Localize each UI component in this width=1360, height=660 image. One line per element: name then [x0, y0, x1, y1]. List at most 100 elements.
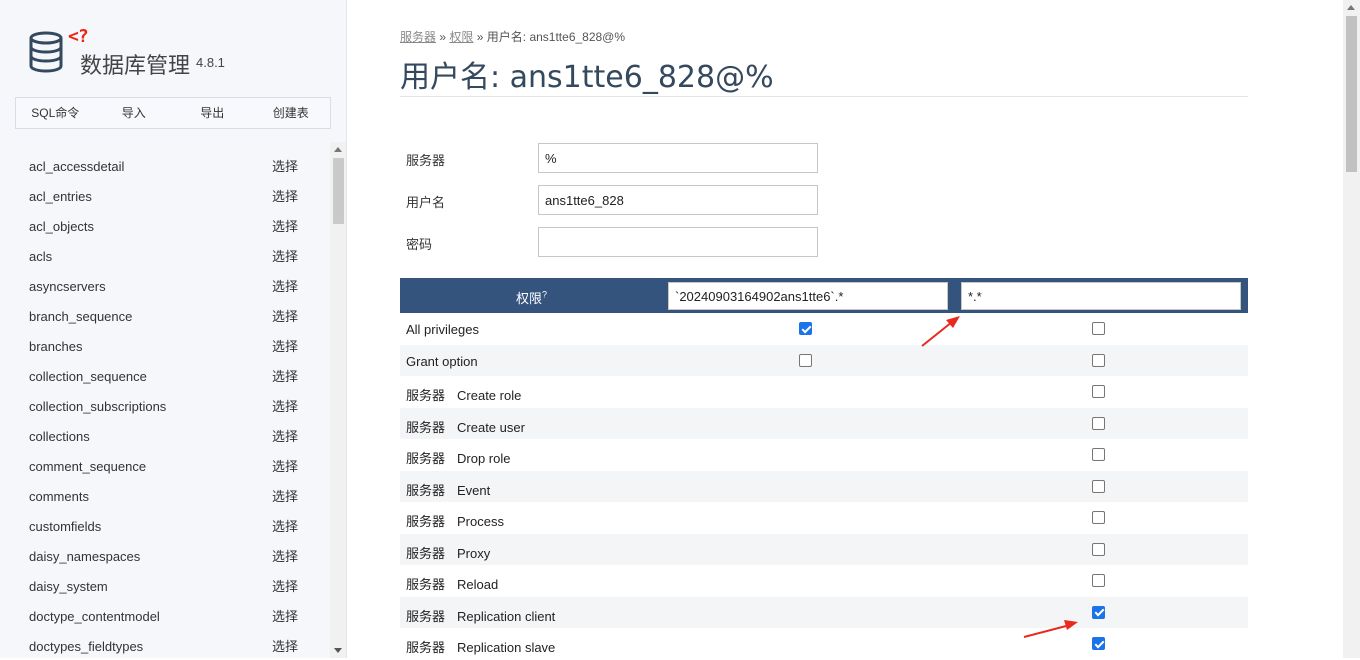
scroll-down-icon[interactable] [334, 648, 342, 653]
database-privilege-checkbox[interactable] [799, 353, 812, 367]
privilege-name: All privileges [406, 322, 479, 337]
global-privilege-checkbox[interactable] [1092, 322, 1105, 335]
global-privilege-checkbox[interactable] [1092, 574, 1105, 587]
scrollbar-thumb[interactable] [333, 158, 344, 224]
privilege-label: 服务器 Event [406, 480, 490, 499]
select-table-link[interactable]: 选择 [272, 452, 298, 482]
breadcrumb-separator: » [439, 30, 447, 44]
title-divider [400, 96, 1248, 97]
server-input[interactable] [538, 143, 818, 173]
privilege-row: 服务器 Reload [400, 565, 1248, 597]
table-name-link[interactable]: comments [29, 482, 89, 512]
privilege-label: 服务器 Create user [406, 417, 525, 436]
select-table-link[interactable]: 选择 [272, 602, 298, 632]
table-name-link[interactable]: customfields [29, 512, 101, 542]
select-table-link[interactable]: 选择 [272, 332, 298, 362]
table-list-item: acls 选择 [0, 242, 330, 272]
database-scope-input[interactable] [668, 282, 948, 310]
sidebar-scrollbar[interactable] [330, 142, 346, 658]
scroll-up-icon[interactable] [1347, 5, 1355, 10]
select-table-link[interactable]: 选择 [272, 182, 298, 212]
privilege-name: Proxy [457, 545, 491, 561]
global-privilege-checkbox[interactable] [1092, 385, 1105, 398]
select-table-link[interactable]: 选择 [272, 632, 298, 658]
table-list-item: collection_subscriptions 选择 [0, 392, 330, 422]
page-scrollbar[interactable] [1343, 0, 1360, 658]
privilege-label: 服务器 Replication client [406, 606, 555, 625]
global-scope-input[interactable] [961, 282, 1241, 310]
sidebar-menu: SQL命令 导入 导出 创建表 [15, 97, 331, 129]
privilege-name: Event [457, 482, 491, 498]
scroll-up-icon[interactable] [334, 147, 342, 152]
table-name-link[interactable]: acl_objects [29, 212, 94, 242]
table-name-link[interactable]: acls [29, 242, 52, 272]
global-privilege-checkbox[interactable] [1092, 416, 1105, 430]
annotation-arrow-icon [1023, 620, 1078, 638]
privilege-row: Grant option [400, 344, 1248, 376]
privilege-label: 服务器 Create role [406, 385, 521, 404]
privilege-category: 服务器 [406, 419, 446, 435]
privilege-row: 服务器 Process [400, 502, 1248, 534]
privilege-row: 服务器 Replication slave [400, 628, 1248, 660]
create-table-link[interactable]: 创建表 [252, 98, 331, 128]
global-privilege-checkbox[interactable] [1092, 511, 1105, 524]
select-table-link[interactable]: 选择 [272, 482, 298, 512]
privilege-category: 服务器 [406, 388, 446, 403]
table-name-link[interactable]: doctype_contentmodel [29, 602, 160, 632]
global-privilege-checkbox[interactable] [1092, 448, 1105, 461]
privileges-header-label: 权限? [516, 289, 548, 306]
breadcrumb-server-link[interactable]: 服务器 [400, 30, 436, 44]
table-list-item: doctype_contentmodel 选择 [0, 602, 330, 632]
table-list-item: acl_entries 选择 [0, 182, 330, 212]
export-link[interactable]: 导出 [173, 98, 252, 128]
select-table-link[interactable]: 选择 [272, 302, 298, 332]
table-name-link[interactable]: asyncservers [29, 272, 106, 302]
table-name-link[interactable]: acl_entries [29, 182, 92, 212]
table-name-link[interactable]: daisy_system [29, 572, 108, 602]
table-list-item: branches 选择 [0, 332, 330, 362]
privilege-label: 服务器 Process [406, 511, 504, 530]
table-name-link[interactable]: collections [29, 422, 90, 452]
help-icon[interactable]: ? [542, 290, 547, 300]
global-privilege-checkbox[interactable] [1092, 353, 1105, 367]
global-privilege-checkbox[interactable] [1092, 479, 1105, 493]
password-input[interactable] [538, 227, 818, 257]
global-privilege-checkbox[interactable] [1092, 637, 1105, 650]
privilege-name: Create role [457, 388, 522, 403]
select-table-link[interactable]: 选择 [272, 362, 298, 392]
select-table-link[interactable]: 选择 [272, 422, 298, 452]
select-table-link[interactable]: 选择 [272, 212, 298, 242]
sql-command-link[interactable]: SQL命令 [16, 98, 95, 128]
table-name-link[interactable]: comment_sequence [29, 452, 146, 482]
table-list-item: collections 选择 [0, 422, 330, 452]
app-title: 数据库管理 [80, 54, 191, 79]
select-table-link[interactable]: 选择 [272, 572, 298, 602]
table-name-link[interactable]: daisy_namespaces [29, 542, 140, 572]
breadcrumb-privileges-link[interactable]: 权限 [449, 30, 473, 44]
page-title: 用户名: ans1tte6_828@% [400, 60, 774, 95]
select-table-link[interactable]: 选择 [272, 542, 298, 572]
table-name-link[interactable]: collection_sequence [29, 362, 147, 392]
privilege-row: All privileges [400, 313, 1248, 345]
privilege-category: 服务器 [406, 640, 446, 655]
import-link[interactable]: 导入 [95, 98, 174, 128]
table-name-link[interactable]: collection_subscriptions [29, 392, 166, 422]
select-table-link[interactable]: 选择 [272, 152, 298, 182]
privilege-name: Process [457, 514, 504, 529]
select-table-link[interactable]: 选择 [272, 512, 298, 542]
database-privilege-checkbox[interactable] [799, 322, 812, 335]
username-input[interactable] [538, 185, 818, 215]
table-name-link[interactable]: acl_accessdetail [29, 152, 124, 182]
table-name-link[interactable]: branch_sequence [29, 302, 132, 332]
global-privilege-checkbox[interactable] [1092, 605, 1105, 619]
select-table-link[interactable]: 选择 [272, 272, 298, 302]
table-name-link[interactable]: branches [29, 332, 82, 362]
privilege-category: 服务器 [406, 545, 446, 561]
table-name-link[interactable]: doctypes_fieldtypes [29, 632, 143, 658]
global-privilege-checkbox[interactable] [1092, 542, 1105, 556]
privilege-label: 服务器 Drop role [406, 448, 510, 467]
app-logo[interactable]: <? 数据库管理 4.8.1 [28, 24, 328, 84]
select-table-link[interactable]: 选择 [272, 242, 298, 272]
select-table-link[interactable]: 选择 [272, 392, 298, 422]
scrollbar-thumb[interactable] [1346, 16, 1357, 172]
